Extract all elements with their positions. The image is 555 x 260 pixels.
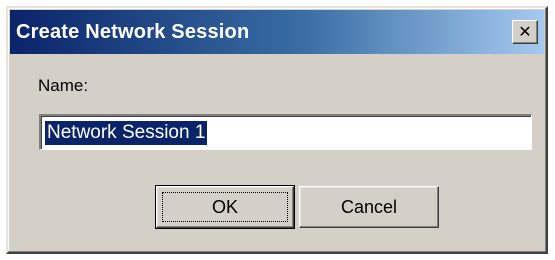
cancel-button[interactable]: Cancel [299, 186, 439, 228]
close-button[interactable]: ✕ [512, 20, 538, 44]
name-input-value: Network Session 1 [45, 120, 208, 145]
ok-button[interactable]: OK [155, 185, 295, 229]
name-input[interactable]: Network Session 1 [39, 114, 532, 150]
name-label: Name: [38, 76, 89, 95]
create-network-session-dialog: Create Network Session ✕ Name: Network S… [6, 6, 548, 254]
window-title: Create Network Session [16, 20, 250, 43]
title-bar[interactable]: Create Network Session ✕ [10, 10, 544, 54]
ok-button-label: OK [211, 196, 238, 217]
cancel-button-label: Cancel [340, 196, 398, 217]
close-icon: ✕ [518, 22, 532, 41]
